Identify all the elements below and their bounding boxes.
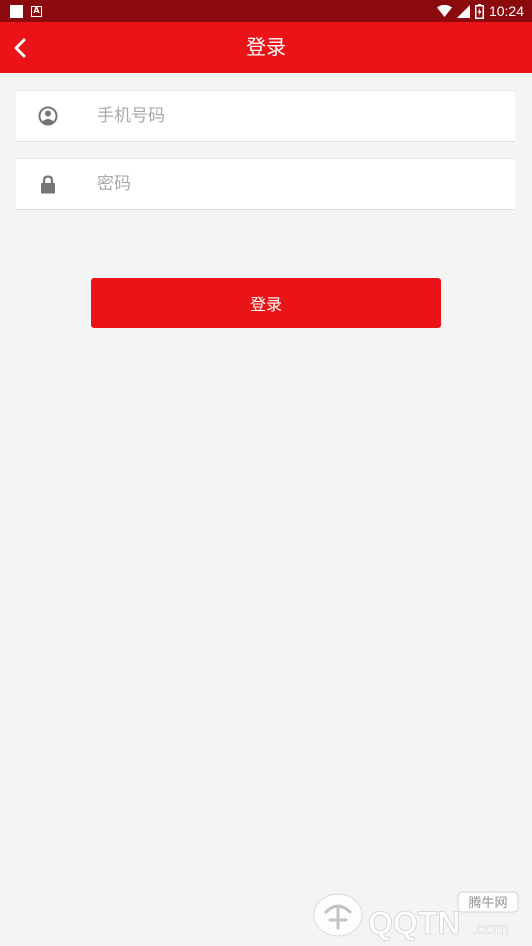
notification-app-icon: A [31,5,42,17]
system-icons: 10:24 [436,2,524,20]
wifi-icon [436,5,452,17]
user-circle-icon [38,106,58,126]
svg-text:QQTN: QQTN [368,905,460,941]
svg-text:腾牛网: 腾牛网 [468,895,507,911]
signal-icon [456,4,470,18]
login-button[interactable]: 登录 [91,278,441,328]
password-field[interactable] [16,158,515,210]
phone-input[interactable] [97,91,497,141]
lock-icon [38,174,58,194]
password-input[interactable] [97,159,497,209]
status-time: 10:24 [488,3,524,19]
phone-field[interactable] [16,90,515,142]
page-title: 登录 [246,35,286,59]
notification-icons: A [10,4,42,18]
notification-square-icon [10,4,23,18]
battery-icon [474,3,484,19]
svg-text:.com: .com [472,919,509,938]
status-bar: A 10:24 [0,0,532,22]
app-bar: 登录 [0,22,532,73]
watermark-logo: QQTN .com 腾牛网 [313,891,519,941]
